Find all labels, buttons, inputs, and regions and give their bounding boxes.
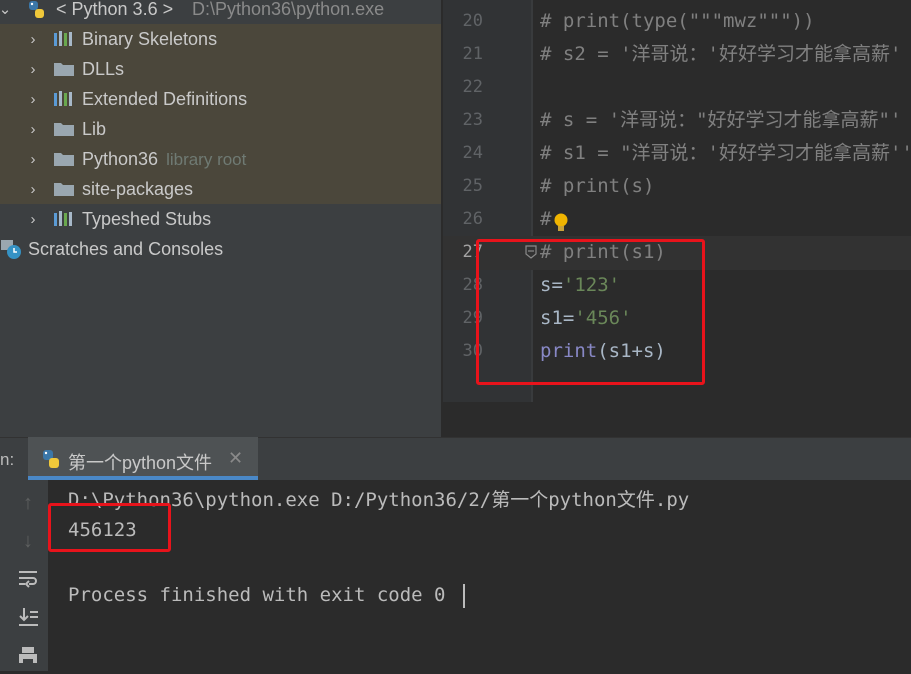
chevron-right-icon[interactable]: ›: [26, 181, 40, 198]
print-icon[interactable]: [14, 645, 42, 671]
run-tab-label: 第一个python文件: [68, 453, 213, 473]
tree-item-site-packages[interactable]: › site-packages: [0, 174, 441, 204]
tree-item-scratches[interactable]: Scratches and Consoles: [0, 234, 441, 264]
tree-item-label: Lib: [82, 118, 107, 139]
scratches-icon: [0, 238, 24, 262]
scroll-to-end-icon[interactable]: [14, 606, 42, 632]
highlight-box-output: [48, 503, 171, 552]
python-icon: [40, 448, 62, 470]
code-line-23[interactable]: # s = '洋哥说："好好学习才能拿高薪"': [540, 104, 901, 137]
line-number: 24: [462, 143, 483, 163]
line-number: 23: [462, 110, 483, 130]
lightbulb-icon[interactable]: [553, 212, 569, 234]
tree-item-label: Scratches and Consoles: [28, 238, 224, 259]
line-number: 26: [462, 209, 483, 229]
folder-icon: [52, 120, 76, 138]
editor-empty-area: [443, 402, 911, 437]
tree-item-lib[interactable]: › Lib: [0, 114, 441, 144]
chevron-down-icon[interactable]: ⌄: [0, 0, 12, 18]
tree-root-label: < Python 3.6 >: [56, 0, 174, 19]
tree-item-label: Binary Skeletons: [82, 28, 218, 49]
library-icon: [52, 210, 76, 228]
code-line-21[interactable]: # s2 = '洋哥说：'好好学习才能拿高薪': [540, 38, 901, 71]
chevron-right-icon[interactable]: ›: [26, 31, 40, 48]
folder-icon: [52, 150, 76, 168]
line-number: 20: [462, 11, 483, 31]
code-line-25[interactable]: # print(s): [540, 170, 654, 203]
tree-item-binary-skeletons[interactable]: › Binary Skeletons: [0, 24, 441, 54]
tree-root-path: D:\Python36\python.exe: [192, 0, 385, 19]
highlight-box-code: [476, 239, 705, 385]
chevron-right-icon[interactable]: ›: [26, 91, 40, 108]
tree-item-extended-definitions[interactable]: › Extended Definitions: [0, 84, 441, 114]
tree-item-label: Extended Definitions: [82, 88, 248, 109]
folder-icon: [52, 60, 76, 78]
code-line-24[interactable]: # s1 = "洋哥说：'好好学习才能拿高薪'': [540, 137, 911, 170]
chevron-right-icon[interactable]: ›: [26, 151, 40, 168]
tree-root-python36[interactable]: ⌄ < Python 3.6 > D:\Python36\python.exe: [0, 0, 441, 24]
arrow-up-icon[interactable]: ↑: [14, 490, 42, 516]
chevron-right-icon[interactable]: ›: [26, 121, 40, 138]
console-exit-message: Process finished with exit code 0: [68, 584, 446, 606]
library-root-hint: library root: [166, 149, 247, 169]
code-line-20[interactable]: # print(type("""mwz""")): [540, 5, 815, 38]
tree-item-typeshed-stubs[interactable]: › Typeshed Stubs: [0, 204, 441, 234]
arrow-down-icon[interactable]: ↓: [14, 528, 42, 554]
tree-item-python36[interactable]: › Python36 library root: [0, 144, 441, 174]
folder-icon: [52, 180, 76, 198]
text-cursor: [463, 584, 465, 608]
tree-item-label: Python36 library root: [82, 148, 247, 169]
line-number: 22: [462, 77, 483, 97]
tree-item-dlls[interactable]: › DLLs: [0, 54, 441, 84]
line-number: 21: [462, 44, 483, 64]
project-tree-panel: ⌄ < Python 3.6 > D:\Python36\python.exe …: [0, 0, 441, 437]
close-icon[interactable]: ✕: [228, 448, 243, 469]
chevron-right-icon[interactable]: ›: [26, 61, 40, 78]
python-icon: [26, 0, 48, 20]
tree-item-label: site-packages: [82, 178, 194, 199]
library-icon: [52, 30, 76, 48]
library-icon: [52, 90, 76, 108]
chevron-right-icon[interactable]: ›: [26, 211, 40, 228]
tree-item-label: DLLs: [82, 58, 125, 79]
line-number: 25: [462, 176, 483, 196]
code-line-26[interactable]: #: [540, 203, 551, 236]
soft-wrap-icon[interactable]: [14, 568, 42, 594]
tree-item-label: Typeshed Stubs: [82, 208, 212, 229]
run-label: n:: [0, 450, 15, 469]
